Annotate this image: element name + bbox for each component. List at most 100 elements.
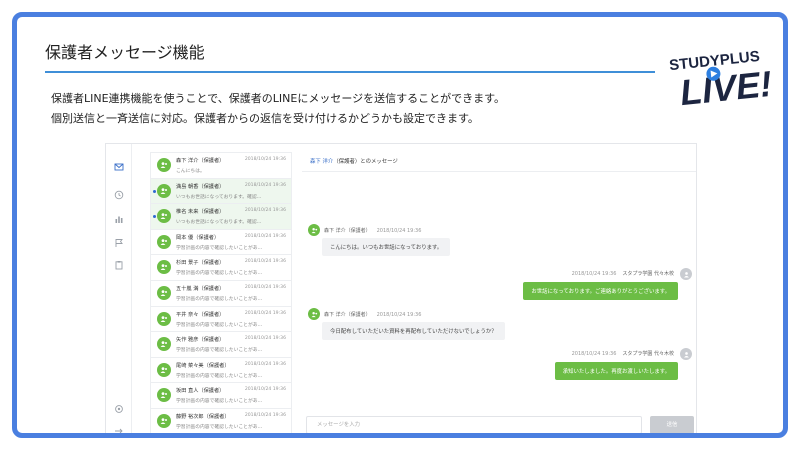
conversation-preview: 学習計画の内容で確認したいことがあ… [176, 322, 263, 328]
clipboard-icon[interactable] [114, 260, 124, 270]
send-button[interactable]: 送信 [650, 416, 694, 433]
conversation-name: 坂田 直人（保護者） [176, 388, 225, 395]
conversation-date: 2018/10/24 19:36 [244, 157, 286, 162]
conversation-preview: 学習計画の内容で確認したいことがあ… [176, 245, 263, 251]
person-icon [308, 224, 320, 236]
conversation-item[interactable]: 五十嵐 満（保護者） 2018/10/24 19:36 学習計画の内容で確認した… [151, 281, 291, 307]
conversation-name: 杉田 景子（保護者） [176, 260, 225, 267]
conversation-name: 椎名 未来（保護者） [176, 209, 225, 216]
conversation-date: 2018/10/24 19:36 [244, 361, 286, 367]
person-icon [157, 388, 171, 403]
person-icon [157, 311, 171, 326]
message-meta: 2018/10/24 19:36 スタプラ学園 代々木校 [572, 270, 674, 277]
message-bubble-incoming: こんにちは。いつもお世話になっております。 [322, 238, 451, 256]
conversation-date: 2018/10/24 19:36 [244, 233, 286, 239]
conversation-preview: いつもお世話になっております。確認… [176, 220, 262, 226]
conversation-list: 森下 洋介（保護者） 2018/10/24 19:36 こんにちは。 満島 朝香… [150, 152, 292, 433]
conversation-name: 矢作 雅彦（保護者） [176, 337, 225, 344]
app-window: 森下 洋介（保護者） 2018/10/24 19:36 こんにちは。 満島 朝香… [105, 143, 697, 436]
message-sender: 森下 洋介（保護者） [324, 312, 371, 318]
logo-line2: LIVE! [678, 63, 774, 113]
conversation-preview: 学習計画の内容で確認したいことがあ… [176, 296, 263, 302]
message-bubble-outgoing: 承知いたしました。再度お渡しいたします。 [554, 362, 678, 380]
message-sender: スタプラ学園 代々木校 [622, 351, 674, 357]
conversation-preview: 学習計画の内容で確認したいことがあ… [176, 348, 263, 354]
conversation-name: 藤野 裕次郎（保護者） [176, 413, 230, 420]
conversation-item[interactable]: 満島 朝香（保護者） 2018/10/24 19:36 いつもお世話になっており… [151, 178, 291, 205]
conversation-date: 2018/10/24 19:36 [244, 412, 286, 418]
person-icon [157, 413, 171, 428]
flag-icon[interactable] [114, 238, 124, 248]
conversation-date: 2018/10/24 19:36 [244, 336, 286, 342]
message-sender: 森下 洋介（保護者） [324, 228, 371, 234]
conversation-item[interactable]: 平井 奈々（保護者） 2018/10/24 19:36 学習計画の内容で確認した… [151, 307, 291, 333]
message-meta: 2018/10/24 19:36 スタプラ学園 代々木校 [572, 350, 674, 357]
conversation-preview: 学習計画の内容で確認したいことがあ… [176, 424, 263, 430]
conversation-date: 2018/10/24 19:36 [244, 259, 286, 265]
conversation-date: 2018/10/24 19:36 [244, 208, 286, 214]
message-input[interactable]: メッセージを入力 [306, 416, 642, 433]
message-bubble-incoming: 今日配布していただいた資料を再配布していただけないでしょうか？ [322, 322, 505, 340]
conversation-preview: 学習計画の内容で確認したいことがあ… [176, 373, 263, 379]
conversation-item[interactable]: 坂田 直人（保護者） 2018/10/24 19:36 学習計画の内容で確認した… [151, 383, 291, 409]
person-icon [308, 308, 320, 320]
chat-panel: 森下 洋介（保護者）とのメッセージ 森下 洋介（保護者） 2018/10/24 1… [302, 152, 696, 433]
conversation-name: 五十嵐 満（保護者） [176, 285, 225, 292]
school-avatar-icon [680, 348, 692, 360]
chart-icon[interactable] [114, 214, 124, 224]
conversation-preview: いつもお世話になっております。確認… [176, 194, 262, 200]
conversation-item[interactable]: 椎名 未来（保護者） 2018/10/24 19:36 いつもお世話になっており… [151, 204, 291, 230]
conversation-name: 岡本 優（保護者） [176, 234, 220, 241]
person-icon [157, 234, 171, 249]
description-line-1: 保護者LINE連携機能を使うことで、保護者のLINEにメッセージを送信することが… [51, 92, 506, 105]
side-rail [106, 144, 132, 436]
mail-icon[interactable] [114, 162, 124, 172]
conversation-name: 森下 洋介（保護者） [176, 158, 225, 164]
message-bubble-outgoing: お世話になっております。ご連絡ありがとうございます。 [523, 282, 678, 300]
conversation-item[interactable]: 尾崎 菜々美（保護者） 2018/10/24 19:36 学習計画の内容で確認し… [151, 358, 291, 384]
conversation-item[interactable]: 藤野 裕次郎（保護者） 2018/10/24 19:36 学習計画の内容で確認し… [151, 409, 291, 433]
conversation-name: 平井 奈々（保護者） [176, 311, 225, 318]
person-icon [157, 158, 171, 172]
conversation-preview: こんにちは。 [176, 169, 205, 174]
conversation-preview: 学習計画の内容で確認したいことがあ… [176, 399, 263, 405]
chat-header-name: 森下 洋介 [310, 159, 334, 165]
school-avatar-icon [680, 268, 692, 280]
person-icon [157, 362, 171, 377]
message-meta: 森下 洋介（保護者） 2018/10/24 19:36 [324, 227, 421, 234]
logout-icon[interactable] [114, 426, 124, 436]
person-icon [157, 183, 171, 198]
unread-dot-icon [153, 215, 156, 219]
person-icon [157, 337, 171, 352]
message-meta: 森下 洋介（保護者） 2018/10/24 19:36 [324, 311, 421, 318]
conversation-preview: 学習計画の内容で確認したいことがあ… [176, 271, 263, 277]
person-icon [157, 260, 171, 275]
conversation-date: 2018/10/24 19:36 [244, 284, 286, 290]
clock-icon[interactable] [114, 190, 124, 200]
slide-title: 保護者メッセージ機能 [45, 43, 205, 62]
conversation-name: 尾崎 菜々美（保護者） [176, 362, 230, 369]
person-icon [157, 209, 171, 224]
studyplus-live-logo: STUDYPLUS LIVE! [668, 48, 774, 113]
conversation-item[interactable]: 森下 洋介（保護者） 2018/10/24 19:36 こんにちは。 [151, 153, 291, 179]
slide-frame: 保護者メッセージ機能 STUDYPLUS LIVE! 保護者LINE連携機能を使… [12, 12, 788, 438]
unread-dot-icon [153, 189, 156, 193]
conversation-item[interactable]: 岡本 優（保護者） 2018/10/24 19:36 学習計画の内容で確認したい… [151, 230, 291, 256]
chat-header: 森下 洋介（保護者）とのメッセージ [302, 152, 696, 172]
message-sender: スタプラ学園 代々木校 [622, 271, 674, 277]
conversation-item[interactable]: 矢作 雅彦（保護者） 2018/10/24 19:36 学習計画の内容で確認した… [151, 332, 291, 358]
settings-icon[interactable] [114, 404, 124, 414]
conversation-item[interactable]: 杉田 景子（保護者） 2018/10/24 19:36 学習計画の内容で確認した… [151, 255, 291, 281]
person-icon [157, 285, 171, 300]
chat-header-suffix: （保護者）とのメッセージ [333, 159, 398, 165]
message-date: 2018/10/24 19:36 [571, 271, 617, 277]
message-date: 2018/10/24 19:36 [376, 228, 422, 234]
message-date: 2018/10/24 19:36 [571, 351, 617, 357]
description-line-2: 個別送信と一斉送信に対応。保護者からの返信を受け付けるかどうかも設定できます。 [51, 112, 479, 125]
conversation-date: 2018/10/24 19:36 [244, 310, 286, 316]
title-rule [45, 71, 655, 73]
conversation-date: 2018/10/24 19:36 [244, 182, 286, 188]
slide-description: 保護者LINE連携機能を使うことで、保護者のLINEにメッセージを送信することが… [51, 89, 505, 129]
conversation-name: 満島 朝香（保護者） [176, 183, 225, 190]
message-date: 2018/10/24 19:36 [376, 312, 422, 318]
